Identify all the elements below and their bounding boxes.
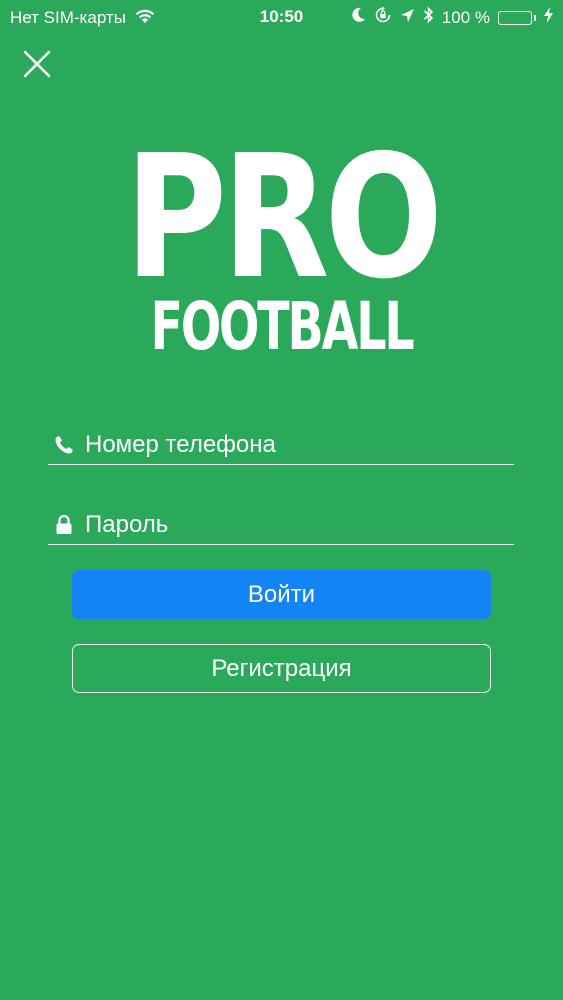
- moon-icon: [352, 7, 366, 28]
- register-button[interactable]: Регистрация: [72, 644, 491, 693]
- battery-percent: 100 %: [441, 7, 490, 27]
- password-field[interactable]: [48, 506, 514, 545]
- phone-icon: [51, 432, 77, 458]
- status-bar: Нет SIM-карты 10:50 100 %: [0, 0, 563, 34]
- close-icon: [22, 50, 52, 83]
- app-logo: PRO FOOTBALL: [0, 119, 563, 365]
- charging-icon: [544, 7, 553, 28]
- logo-football-text: FOOTBALL: [150, 288, 415, 365]
- phone-input[interactable]: [77, 427, 514, 463]
- battery-icon: [498, 10, 536, 25]
- status-right: 100 %: [352, 6, 553, 29]
- location-icon: [400, 8, 415, 28]
- password-input[interactable]: [77, 507, 514, 543]
- login-button[interactable]: Войти: [72, 570, 491, 619]
- phone-field[interactable]: [48, 426, 514, 465]
- logo-pro-text: PRO: [124, 119, 443, 317]
- orientation-lock-icon: [374, 6, 392, 29]
- close-button[interactable]: [22, 49, 52, 79]
- lock-icon: [51, 512, 77, 538]
- bluetooth-icon: [423, 6, 434, 29]
